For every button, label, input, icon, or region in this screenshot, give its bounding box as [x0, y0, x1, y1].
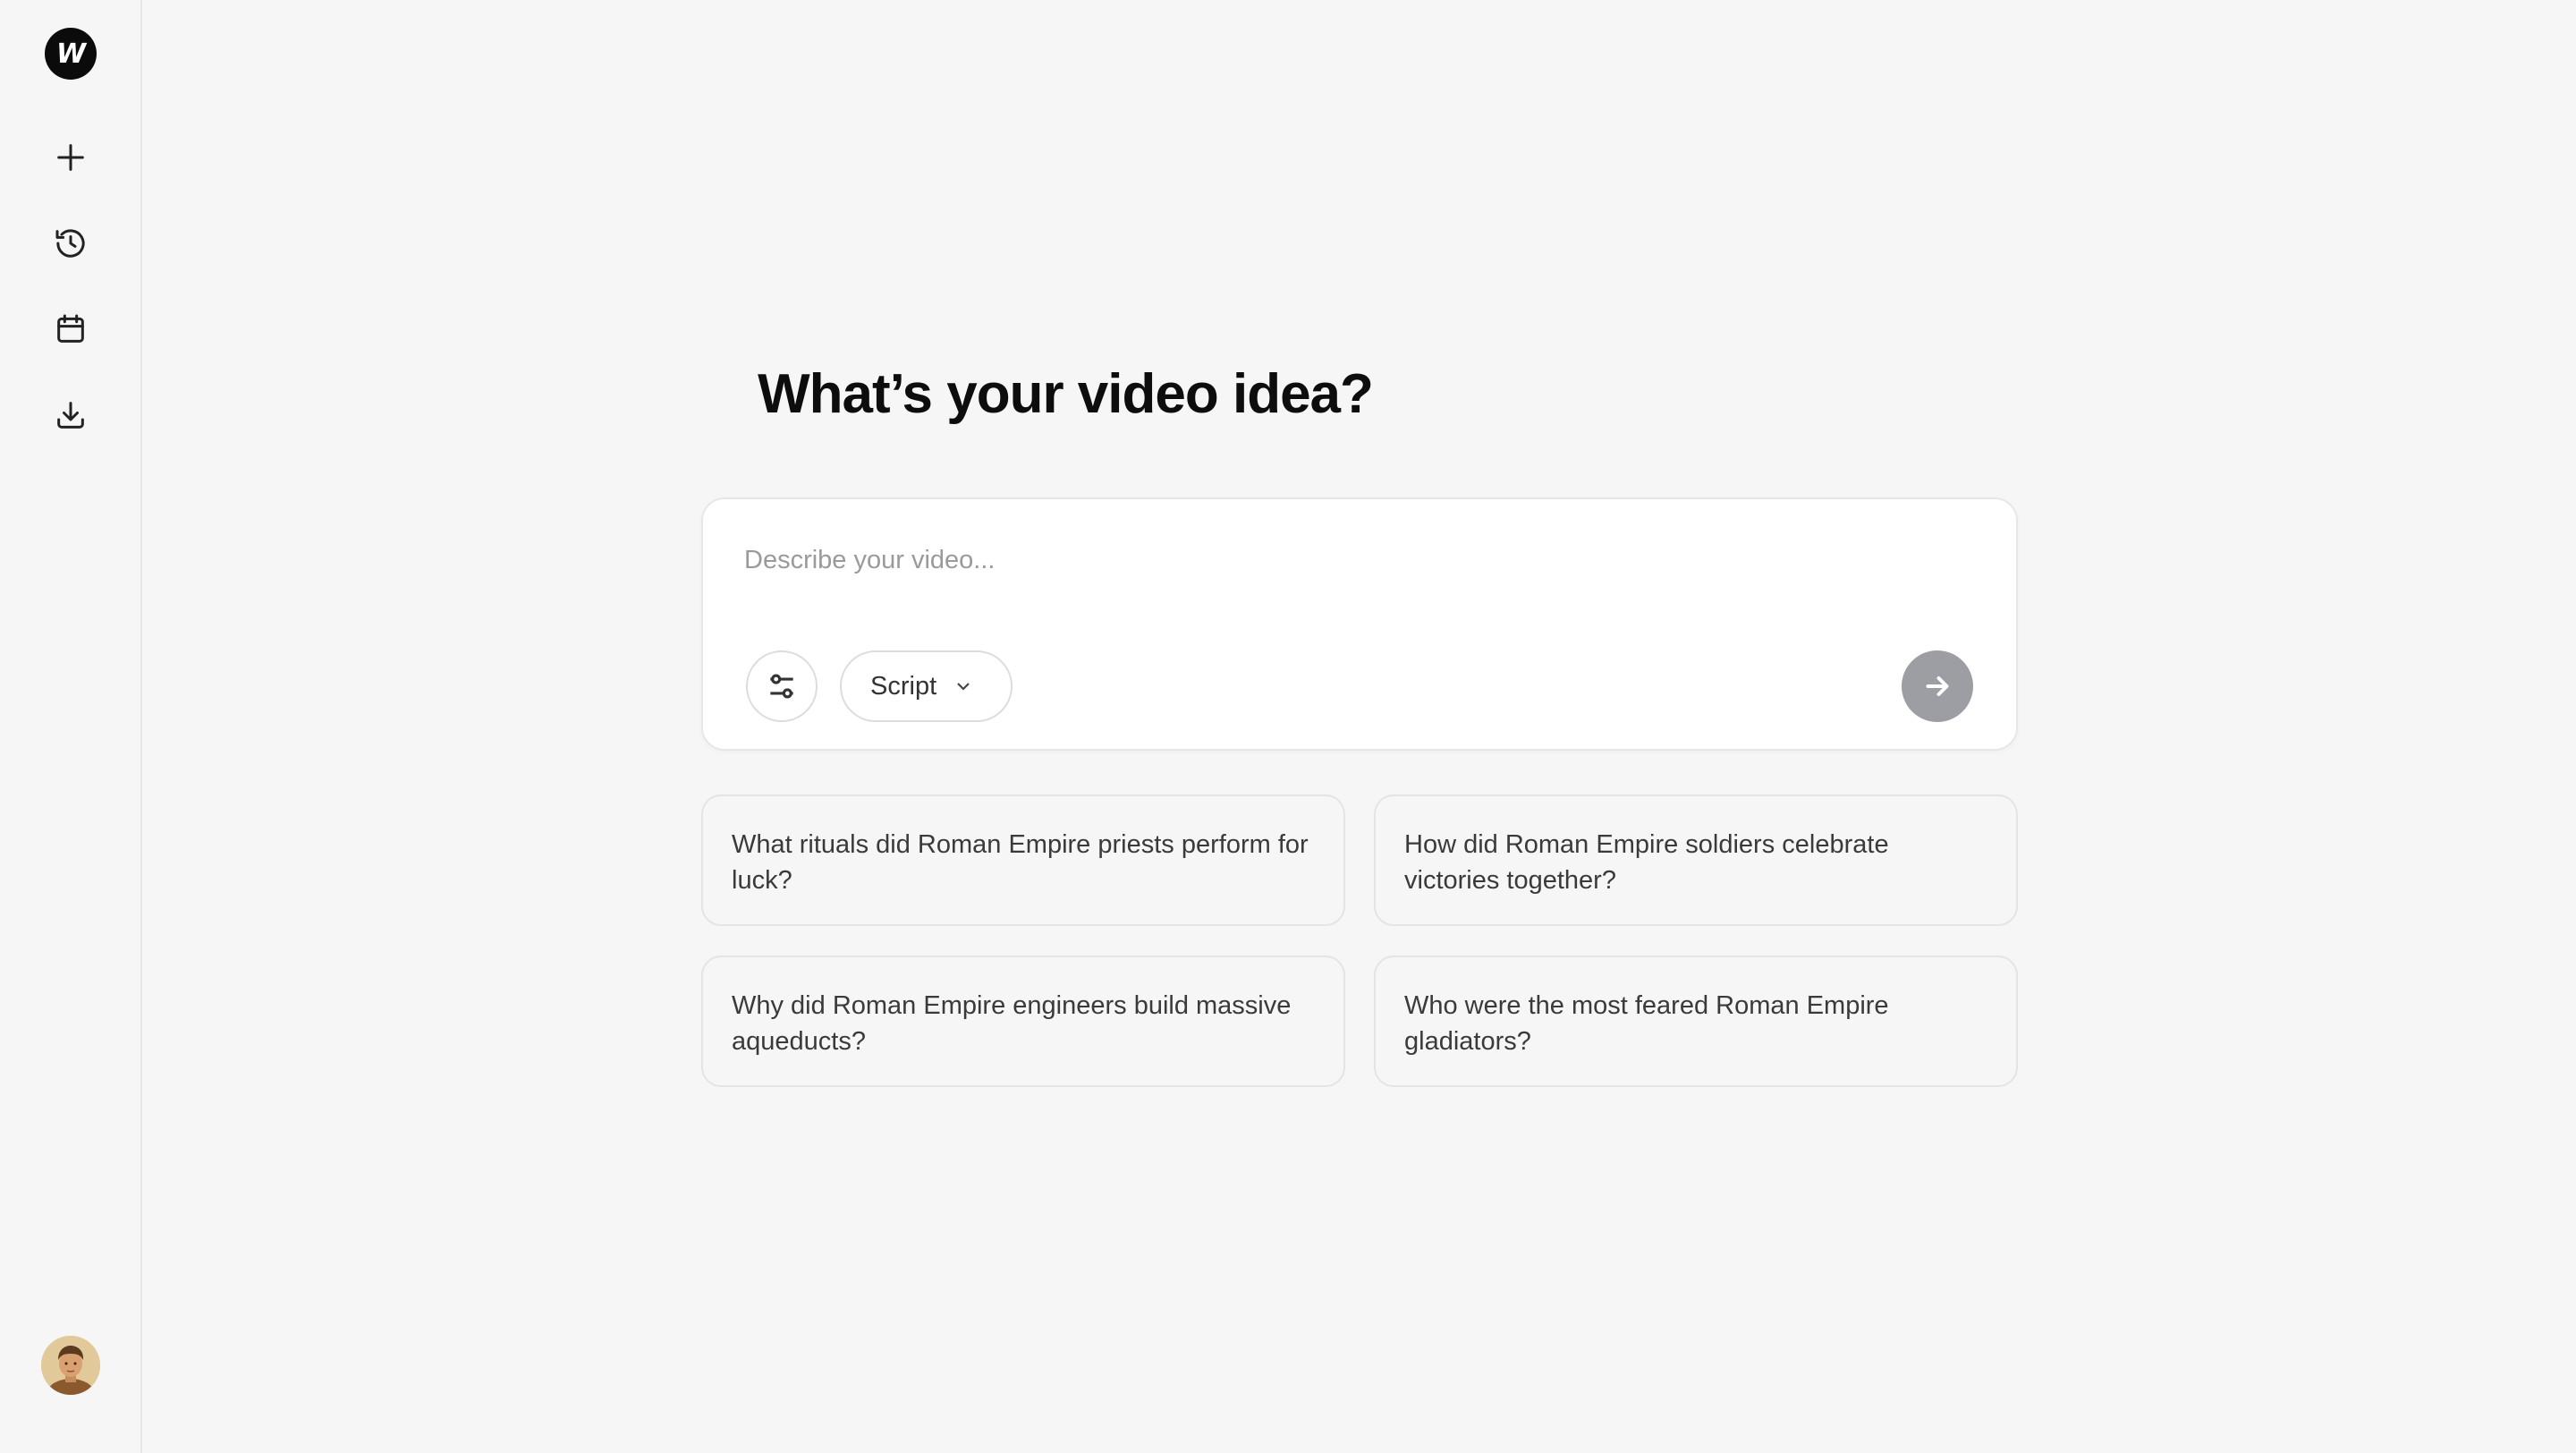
chevron-down-icon — [957, 683, 970, 691]
sidebar: W — [0, 0, 142, 1453]
user-avatar[interactable] — [41, 1336, 100, 1395]
app-window: W What’s your video idea? Describe your … — [0, 0, 2576, 1453]
new-video-button[interactable] — [48, 135, 93, 180]
main-content: What’s your video idea? Script — [144, 0, 2576, 1453]
page-title: What’s your video idea? — [758, 363, 1374, 425]
history-button[interactable] — [48, 221, 93, 266]
plus-icon — [57, 144, 84, 171]
app-logo[interactable]: W — [45, 28, 97, 80]
video-description-input[interactable] — [744, 546, 1961, 599]
calendar-button[interactable] — [48, 307, 93, 352]
mode-dropdown[interactable]: Script — [840, 650, 1013, 722]
suggestion-card[interactable]: What rituals did Roman Empire priests pe… — [701, 794, 1345, 926]
sliders-icon — [770, 674, 793, 699]
downloads-button[interactable] — [48, 393, 93, 438]
download-icon — [57, 402, 84, 429]
suggestion-card[interactable]: Who were the most feared Roman Empire gl… — [1374, 956, 2018, 1087]
settings-button[interactable] — [746, 650, 818, 722]
calendar-icon — [57, 314, 84, 343]
history-icon — [55, 229, 85, 258]
prompt-composer: Script — [701, 497, 2018, 751]
suggestion-card[interactable]: How did Roman Empire soldiers celebrate … — [1374, 794, 2018, 926]
avatar-portrait-icon — [41, 1336, 100, 1395]
suggestion-card[interactable]: Why did Roman Empire engineers build mas… — [701, 956, 1345, 1087]
arrow-right-icon — [1926, 676, 1949, 696]
submit-button[interactable] — [1902, 650, 1973, 722]
logo-letter: W — [55, 38, 86, 70]
mode-dropdown-label: Script — [870, 671, 937, 701]
